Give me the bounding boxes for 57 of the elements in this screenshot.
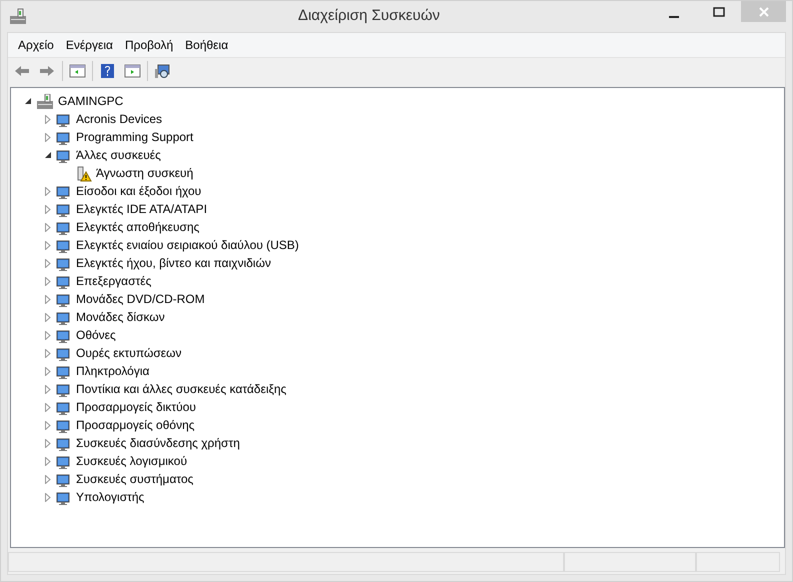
menu-item[interactable]: Ενέργεια xyxy=(60,35,119,55)
expand-arrow-icon[interactable] xyxy=(43,294,53,304)
window-pane-icon[interactable] xyxy=(122,62,143,78)
expand-arrow-icon[interactable] xyxy=(43,258,53,268)
tree-item-label[interactable]: Συσκευές λογισμικού xyxy=(76,452,187,470)
expand-arrow-icon[interactable] xyxy=(43,366,53,376)
expand-arrow-icon[interactable] xyxy=(43,222,53,232)
expand-arrow-icon[interactable] xyxy=(43,420,53,430)
tree-item-label[interactable]: Programming Support xyxy=(76,128,194,146)
menu-item[interactable]: Αρχείο xyxy=(12,35,60,55)
expand-arrow-icon[interactable] xyxy=(43,240,53,250)
tree-item-label[interactable]: Συσκευές συστήματος xyxy=(76,470,194,488)
tree-item-label[interactable]: Άλλες συσκευές xyxy=(76,146,161,164)
tree-item-label[interactable]: Οθόνες xyxy=(76,326,116,344)
expand-arrow-icon[interactable] xyxy=(43,402,53,412)
collapse-arrow-icon[interactable] xyxy=(23,96,33,106)
expand-arrow-icon[interactable] xyxy=(43,348,53,358)
tree-item-label[interactable]: Ελεγκτές ήχου, βίντεο και παιχνιδιών xyxy=(76,254,271,272)
tree-item-label[interactable]: GAMINGPC xyxy=(58,92,124,110)
minimize-icon xyxy=(668,16,678,18)
expand-arrow-icon[interactable] xyxy=(43,132,53,142)
tree-item-label[interactable]: Ουρές εκτυπώσεων xyxy=(76,344,182,362)
expand-arrow-icon[interactable] xyxy=(43,114,53,124)
tree-item-label[interactable]: Μονάδες DVD/CD-ROM xyxy=(76,290,205,308)
expand-arrow-icon[interactable] xyxy=(43,456,53,466)
expand-arrow-icon[interactable] xyxy=(43,330,53,340)
app-icon xyxy=(9,7,27,26)
window-title: Διαχείριση Συσκευών xyxy=(297,6,441,26)
tree-item-label[interactable]: Συσκευές διασύνδεσης χρήστη xyxy=(76,434,240,452)
computer-icon xyxy=(36,92,54,110)
tree-item-label[interactable]: Acronis Devices xyxy=(76,110,162,128)
tree-item-label[interactable]: Ελεγκτές αποθήκευσης xyxy=(76,218,200,236)
tree-item-label[interactable]: Ελεγκτές ενιαίου σειριακού διαύλου (USB) xyxy=(76,236,299,254)
tree-item-label[interactable]: Ελεγκτές IDE ATA/ATAPI xyxy=(76,200,208,218)
window-pane-icon[interactable] xyxy=(67,62,88,78)
expand-arrow-icon[interactable] xyxy=(43,276,53,286)
expand-arrow-icon[interactable] xyxy=(43,384,53,394)
tree-item-label[interactable]: Υπολογιστής xyxy=(76,488,144,506)
maximize-icon xyxy=(712,6,724,16)
tree-item-label[interactable]: Άγνωστη συσκευή xyxy=(96,164,194,182)
menu-item[interactable]: Βοήθεια xyxy=(179,35,234,55)
expand-arrow-icon[interactable] xyxy=(43,204,53,214)
menu-item[interactable]: Προβολή xyxy=(118,35,180,55)
expand-arrow-icon[interactable] xyxy=(43,312,53,322)
expand-arrow-icon[interactable] xyxy=(43,438,53,448)
expand-arrow-icon[interactable] xyxy=(43,474,53,484)
collapse-arrow-icon[interactable] xyxy=(43,150,53,160)
tree-item-label[interactable]: Προσαρμογείς οθόνης xyxy=(76,416,195,434)
tree-item-label[interactable]: Προσαρμογείς δικτύου xyxy=(76,398,196,416)
tree-item-label[interactable]: Επεξεργαστές xyxy=(76,272,152,290)
tree-item-label[interactable]: Μονάδες δίσκων xyxy=(76,308,165,326)
close-icon xyxy=(758,6,768,16)
expand-arrow-icon[interactable] xyxy=(43,186,53,196)
tree-item-label[interactable]: Πληκτρολόγια xyxy=(76,362,150,380)
expand-arrow-icon[interactable] xyxy=(43,492,53,502)
tree-item-label[interactable]: Είσοδοι και έξοδοι ήχου xyxy=(76,182,202,200)
tree-item-label[interactable]: Ποντίκια και άλλες συσκευές κατάδειξης xyxy=(76,380,286,398)
